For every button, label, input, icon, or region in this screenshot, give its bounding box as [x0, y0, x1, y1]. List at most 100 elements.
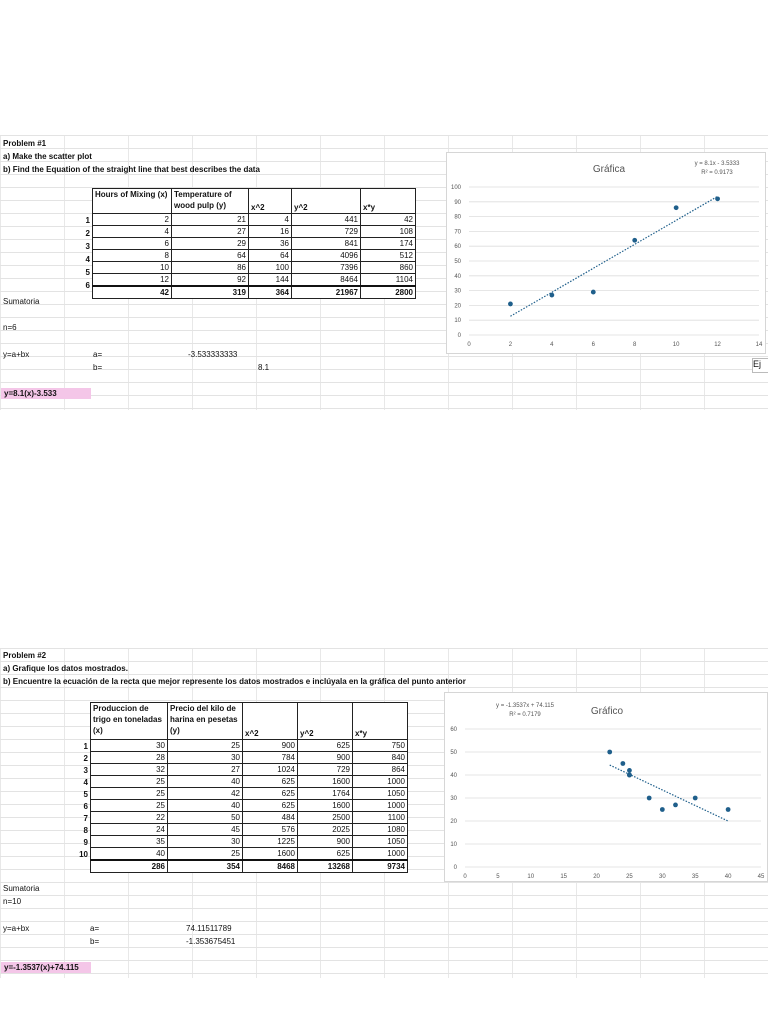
cell-x[interactable]: 25 — [90, 787, 168, 800]
cell-y[interactable]: 25 — [167, 847, 243, 861]
header-xy[interactable]: x*y — [352, 702, 408, 740]
sum-y[interactable]: 354 — [167, 859, 243, 873]
cell-y2[interactable]: 900 — [297, 835, 353, 848]
cell-x2[interactable]: 1225 — [242, 835, 298, 848]
cell-x2[interactable]: 4 — [248, 213, 292, 226]
header-y[interactable]: Precio del kilo de harina en pesetas (y) — [167, 702, 243, 740]
cell-x[interactable]: 25 — [90, 775, 168, 788]
cell-x2[interactable]: 484 — [242, 811, 298, 824]
cell-y2[interactable]: 625 — [297, 847, 353, 861]
cell-y2[interactable]: 4096 — [291, 249, 361, 262]
cell-y[interactable]: 50 — [167, 811, 243, 824]
cell-y2[interactable]: 1764 — [297, 787, 353, 800]
cell-y[interactable]: 25 — [167, 739, 243, 752]
sum-x[interactable]: 286 — [90, 859, 168, 873]
cell-y[interactable]: 42 — [167, 787, 243, 800]
header-x[interactable]: Hours of Mixing (x) — [92, 188, 172, 214]
cell-x[interactable]: 28 — [90, 751, 168, 764]
cell-x[interactable]: 35 — [90, 835, 168, 848]
cell-y[interactable]: 86 — [171, 261, 249, 274]
cell-x2[interactable]: 576 — [242, 823, 298, 836]
header-y2[interactable]: y^2 — [291, 188, 361, 214]
sum-x2[interactable]: 364 — [248, 285, 292, 299]
cell-xy[interactable]: 840 — [352, 751, 408, 764]
cell-x[interactable]: 4 — [92, 225, 172, 238]
cell-x2[interactable]: 64 — [248, 249, 292, 262]
problem1-result-cell[interactable]: y=8.1(x)-3.533 — [1, 388, 91, 399]
cell-x[interactable]: 24 — [90, 823, 168, 836]
cell-y[interactable]: 27 — [171, 225, 249, 238]
cell-x2[interactable]: 900 — [242, 739, 298, 752]
cell-y2[interactable]: 625 — [297, 739, 353, 752]
cell-y2[interactable]: 729 — [291, 225, 361, 238]
cell-xy[interactable]: 1104 — [360, 273, 416, 287]
cell-y[interactable]: 92 — [171, 273, 249, 287]
cell-y2[interactable]: 2500 — [297, 811, 353, 824]
cell-xy[interactable]: 1050 — [352, 835, 408, 848]
sum-y2[interactable]: 21967 — [291, 285, 361, 299]
cell-y[interactable]: 27 — [167, 763, 243, 776]
cell-xy[interactable]: 750 — [352, 739, 408, 752]
cell-x[interactable]: 32 — [90, 763, 168, 776]
cell-xy[interactable]: 860 — [360, 261, 416, 274]
cell-y[interactable]: 21 — [171, 213, 249, 226]
cell-x2[interactable]: 784 — [242, 751, 298, 764]
cell-y2[interactable]: 729 — [297, 763, 353, 776]
cell-x2[interactable]: 36 — [248, 237, 292, 250]
cell-y2[interactable]: 1600 — [297, 799, 353, 812]
cell-y[interactable]: 45 — [167, 823, 243, 836]
cell-x2[interactable]: 144 — [248, 273, 292, 287]
cell-x[interactable]: 25 — [90, 799, 168, 812]
cell-xy[interactable]: 1000 — [352, 799, 408, 812]
cell-xy[interactable]: 1080 — [352, 823, 408, 836]
cell-y[interactable]: 30 — [167, 751, 243, 764]
cell-xy[interactable]: 864 — [352, 763, 408, 776]
problem2-a-value[interactable]: 74.11511789 — [186, 924, 232, 933]
header-x2[interactable]: x^2 — [242, 702, 298, 740]
cell-x[interactable]: 30 — [90, 739, 168, 752]
cell-y[interactable]: 64 — [171, 249, 249, 262]
cell-xy[interactable]: 1000 — [352, 775, 408, 788]
cell-y2[interactable]: 8464 — [291, 273, 361, 287]
cell-xy[interactable]: 512 — [360, 249, 416, 262]
sum-y2[interactable]: 13268 — [297, 859, 353, 873]
problem2-result-cell[interactable]: y=-1.3537(x)+74.115 — [1, 962, 91, 973]
cell-x2[interactable]: 100 — [248, 261, 292, 274]
cell-x[interactable]: 12 — [92, 273, 172, 287]
header-xy[interactable]: x*y — [360, 188, 416, 214]
cell-x2[interactable]: 1600 — [242, 847, 298, 861]
cell-x2[interactable]: 1024 — [242, 763, 298, 776]
cell-y2[interactable]: 900 — [297, 751, 353, 764]
cell-x[interactable]: 8 — [92, 249, 172, 262]
cell-x[interactable]: 6 — [92, 237, 172, 250]
cell-y[interactable]: 30 — [167, 835, 243, 848]
cell-x[interactable]: 22 — [90, 811, 168, 824]
cell-xy[interactable]: 1000 — [352, 847, 408, 861]
cell-y2[interactable]: 2025 — [297, 823, 353, 836]
cell-y2[interactable]: 841 — [291, 237, 361, 250]
cell-xy[interactable]: 174 — [360, 237, 416, 250]
cell-x[interactable]: 10 — [92, 261, 172, 274]
cell-y[interactable]: 29 — [171, 237, 249, 250]
header-y2[interactable]: y^2 — [297, 702, 353, 740]
problem2-b-value[interactable]: -1.353675451 — [186, 937, 235, 946]
cell-xy[interactable]: 1100 — [352, 811, 408, 824]
chart1[interactable]: 0 10 20 30 40 50 60 70 80 90 100 0 2 4 6 8 10 12 14 Gráfica… — [446, 152, 766, 354]
cell-x2[interactable]: 625 — [242, 799, 298, 812]
cell-x2[interactable]: 625 — [242, 775, 298, 788]
cell-xy[interactable]: 1050 — [352, 787, 408, 800]
cell-x2[interactable]: 625 — [242, 787, 298, 800]
sum-xy[interactable]: 2800 — [360, 285, 416, 299]
cell-xy[interactable]: 42 — [360, 213, 416, 226]
chart2[interactable]: 0 10 20 30 40 50 60 0 5 10 15 20 25 30 35 40 45 Gráfico y … — [444, 692, 768, 882]
cell-xy[interactable]: 108 — [360, 225, 416, 238]
sum-x[interactable]: 42 — [92, 285, 172, 299]
problem1-b-value[interactable]: 8.1 — [258, 363, 269, 372]
header-x[interactable]: Produccion de trigo en toneladas (x) — [90, 702, 168, 740]
cell-y[interactable]: 40 — [167, 775, 243, 788]
cell-y2[interactable]: 441 — [291, 213, 361, 226]
sum-x2[interactable]: 8468 — [242, 859, 298, 873]
cell-y2[interactable]: 7396 — [291, 261, 361, 274]
cell-x[interactable]: 40 — [90, 847, 168, 861]
header-x2[interactable]: x^2 — [248, 188, 292, 214]
